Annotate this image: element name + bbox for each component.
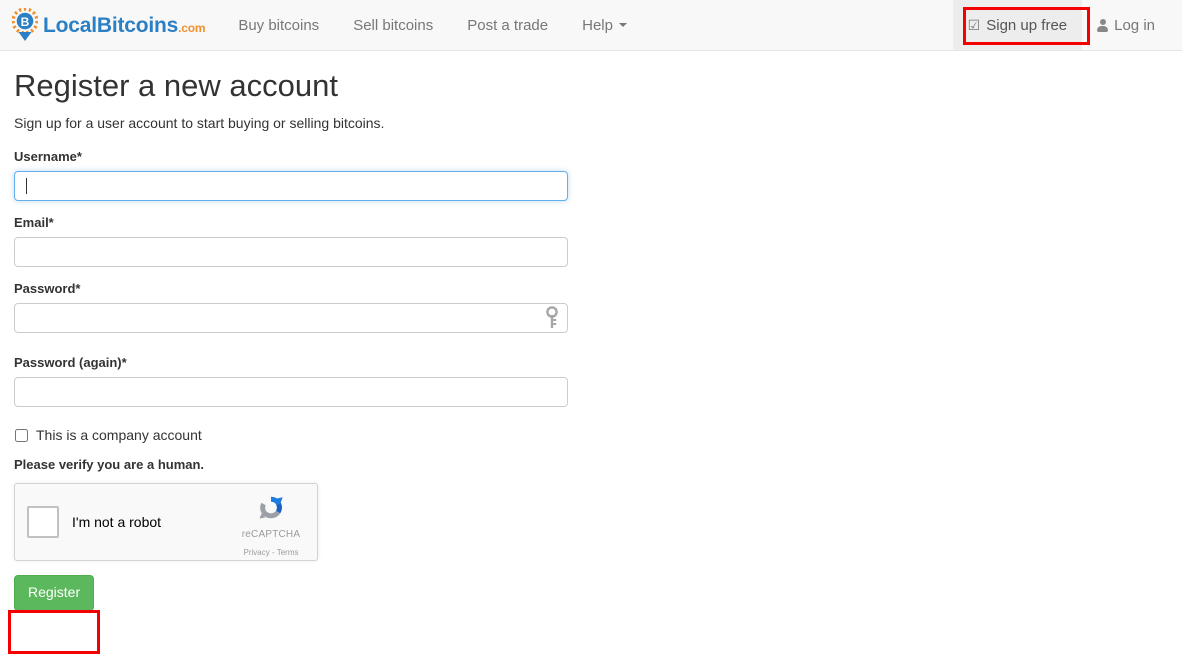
checked-checkbox-icon: ☑: [967, 17, 981, 33]
password-input[interactable]: [14, 303, 568, 334]
nav-right-group: ☑ Sign up free Log in: [952, 0, 1182, 50]
company-account-row[interactable]: This is a company account: [14, 427, 1182, 443]
recaptcha-brand-name: reCAPTCHA: [241, 529, 301, 541]
nav-sell-bitcoins[interactable]: Sell bitcoins: [336, 0, 450, 50]
svg-text:B: B: [21, 15, 30, 29]
password-confirm-label: Password (again)*: [14, 355, 127, 371]
recaptcha-privacy-terms[interactable]: Privacy - Terms: [244, 548, 299, 557]
recaptcha-logo-icon: [259, 496, 283, 519]
brand-name-suffix: .com: [178, 20, 206, 35]
password-confirm-input[interactable]: [14, 377, 568, 408]
recaptcha-widget[interactable]: I'm not a robot reCAPTCHA Privacy - Term…: [14, 483, 318, 562]
brand-logo-link[interactable]: B LocalBitcoins.com: [0, 0, 215, 50]
bitcoin-map-pin-icon: B: [11, 7, 39, 42]
chevron-down-icon: [618, 23, 627, 27]
brand-name-text: LocalBitcoins: [43, 13, 179, 37]
company-account-checkbox[interactable]: [15, 428, 28, 442]
register-page-content: Register a new account Sign up for a use…: [0, 51, 1182, 611]
email-label: Email*: [14, 215, 54, 231]
company-account-label[interactable]: This is a company account: [36, 427, 202, 443]
nav-sell-bitcoins-label: Sell bitcoins: [353, 16, 434, 34]
nav-help[interactable]: Help: [565, 0, 644, 50]
username-form-group: Username*: [14, 149, 1182, 202]
brand-name: LocalBitcoins.com: [43, 13, 206, 37]
email-input[interactable]: [14, 237, 568, 268]
nav-buy-bitcoins-label: Buy bitcoins: [238, 16, 320, 34]
login-label: Log in: [1114, 16, 1155, 34]
highlight-box-register: [8, 610, 100, 654]
username-input[interactable]: [14, 171, 568, 202]
main-nav-links: Buy bitcoins Sell bitcoins Post a trade …: [221, 0, 644, 50]
text-cursor: [26, 178, 27, 195]
user-icon: [1097, 18, 1109, 32]
password-confirm-form-group: Password (again)*: [14, 355, 1182, 408]
signup-free-button[interactable]: ☑ Sign up free: [952, 0, 1083, 50]
login-button[interactable]: Log in: [1082, 0, 1170, 50]
page-title: Register a new account: [14, 68, 338, 103]
register-button[interactable]: Register: [14, 575, 95, 611]
recaptcha-checkbox[interactable]: [27, 506, 59, 539]
email-form-group: Email*: [14, 215, 1182, 268]
nav-help-label: Help: [582, 16, 613, 34]
nav-buy-bitcoins[interactable]: Buy bitcoins: [221, 0, 336, 50]
password-form-group: Password*: [14, 281, 1182, 334]
page-subtitle: Sign up for a user account to start buyi…: [14, 115, 385, 132]
username-input-wrap: [14, 171, 568, 202]
verify-human-title: Please verify you are a human.: [14, 457, 205, 473]
top-navbar: B LocalBitcoins.com Buy bitcoins Sell bi…: [0, 0, 1182, 51]
registration-form: Username* Email* Password* Password (aga…: [14, 149, 1182, 611]
password-input-wrap: [14, 303, 568, 334]
username-label: Username*: [14, 149, 82, 165]
nav-post-a-trade-label: Post a trade: [467, 16, 549, 34]
password-label: Password*: [14, 281, 81, 297]
recaptcha-branding: reCAPTCHA Privacy - Terms: [235, 492, 307, 560]
recaptcha-label: I'm not a robot: [72, 514, 162, 531]
signup-free-label: Sign up free: [986, 16, 1068, 34]
nav-post-a-trade[interactable]: Post a trade: [450, 0, 565, 50]
key-icon[interactable]: [546, 306, 558, 330]
